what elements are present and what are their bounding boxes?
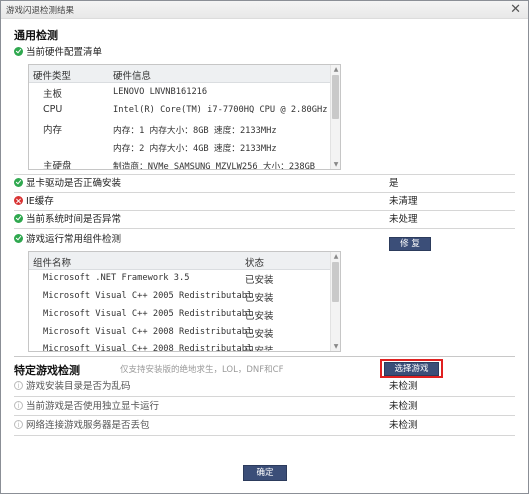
info-icon [14,418,23,432]
general-section-title: 通用检测 [14,29,58,42]
repair-button[interactable]: 修 复 [389,237,431,251]
divider [14,210,515,211]
info-icon [14,399,23,413]
title-bar: 游戏闪退检测结果 ✕ [1,1,528,19]
component-name: Microsoft .NET Framework 3.5 [43,273,190,283]
check-ok-icon [14,214,23,223]
ok-button[interactable]: 确定 [243,465,287,481]
components-list[interactable]: 组件名称 状态 Microsoft .NET Framework 3.5 已安装… [28,251,341,352]
scroll-down-icon[interactable]: ▼ [332,343,340,350]
hardware-list[interactable]: 硬件类型 硬件信息 主板 LENOVO LNVNB161216 CPU Inte… [28,64,341,170]
component-status: 已安装 [245,311,274,322]
check-install-dir: 游戏安装目录是否为乱码 [14,379,131,394]
scroll-thumb[interactable] [332,262,339,302]
scroll-up-icon[interactable]: ▲ [332,253,340,260]
hw-type: CPU [43,104,63,115]
col-component-name: 组件名称 [33,258,72,269]
divider [14,435,515,436]
divider [14,415,515,416]
check-gpu-driver-value: 是 [389,178,399,189]
check-ie-cache-value: 未清理 [389,196,418,207]
select-game-button[interactable]: 选择游戏 [384,362,439,376]
component-status: 已安装 [245,329,274,340]
component-name: Microsoft Visual C++ 2005 Redistributabl [43,309,253,319]
divider [14,396,515,397]
check-ok-icon [14,47,23,56]
check-dedicated-gpu: 当前游戏是否使用独立显卡运行 [14,399,159,414]
check-ok-icon [14,234,23,243]
hw-info: 内存：1 内存大小：8GB 速度：2133MHz [113,126,277,136]
check-dedicated-gpu-value: 未检测 [389,401,418,412]
hw-info: Intel(R) Core(TM) i7-7700HQ CPU @ 2.80GH… [113,105,328,115]
component-status: 已安装 [245,275,274,286]
component-name: Microsoft Visual C++ 2008 Redistributabl [43,344,253,352]
check-packet-loss-value: 未检测 [389,420,418,431]
component-name: Microsoft Visual C++ 2005 Redistributabl [43,291,253,301]
hw-info: 内存：2 内存大小：4GB 速度：2133MHz [113,144,277,154]
check-install-dir-value: 未检测 [389,381,418,392]
scroll-down-icon[interactable]: ▼ [332,161,340,168]
scroll-up-icon[interactable]: ▲ [332,66,340,73]
divider [14,228,515,229]
component-name: Microsoft Visual C++ 2008 Redistributabl [43,327,253,337]
check-gpu-driver: 显卡驱动是否正确安装 [14,177,121,191]
check-packet-loss: 网络连接游戏服务器是否丢包 [14,418,150,433]
check-ie-cache: IE缓存 [14,195,54,209]
hardware-list-header: 硬件类型 硬件信息 [29,65,332,83]
col-hardware-info: 硬件信息 [113,71,152,82]
hw-info: LENOVO LNVNB161216 [113,87,208,97]
result-dialog: 游戏闪退检测结果 ✕ 通用检测 当前硬件配置清单 硬件类型 硬件信息 主板 LE… [0,0,529,494]
hardware-list-scrollbar[interactable]: ▲ ▼ [330,65,340,169]
check-system-time: 当前系统时间是否异常 [14,213,121,227]
check-game-components: 游戏运行常用组件检测 [14,233,121,247]
hw-info: 制造商：NVMe SAMSUNG MZVLW256 大小：238GB [113,162,316,170]
components-list-scrollbar[interactable]: ▲ ▼ [330,252,340,351]
hw-type: 内存 [43,125,63,136]
window-title: 游戏闪退检测结果 [6,6,75,16]
check-system-time-value: 未处理 [389,214,418,225]
scroll-thumb[interactable] [332,75,339,119]
check-error-icon [14,196,23,205]
component-status: 已安装 [245,293,274,304]
hw-type: 主硬盘 [43,161,72,170]
components-list-header: 组件名称 状态 [29,252,332,270]
hw-type: 主板 [43,89,63,100]
close-icon[interactable]: ✕ [510,2,521,17]
col-hardware-type: 硬件类型 [33,71,72,82]
section-divider [14,356,515,357]
check-ok-icon [14,178,23,187]
component-status: 已安装 [245,346,274,352]
divider [14,192,515,193]
hardware-list-label: 当前硬件配置清单 [14,46,102,60]
divider [14,174,515,175]
info-icon [14,379,23,393]
specific-section-title: 特定游戏检测 [14,364,80,377]
col-component-status: 状态 [245,258,265,269]
specific-section-hint: 仅支持安装版的绝地求生，LOL，DNF和CF [120,365,284,375]
